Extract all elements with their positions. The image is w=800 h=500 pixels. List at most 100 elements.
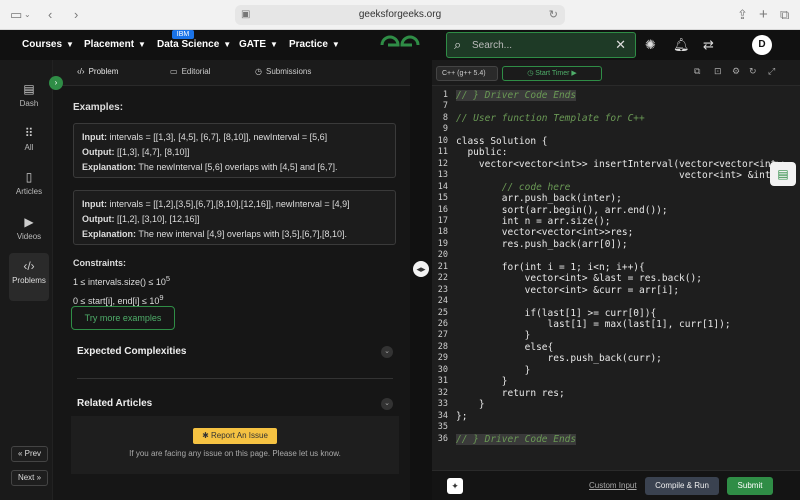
- language-value: C++ (g++ 5.4): [442, 70, 486, 77]
- nav-courses[interactable]: Courses ▼: [22, 30, 74, 60]
- code-text: vector<int> &last = res.back();: [456, 273, 702, 285]
- close-icon[interactable]: ✕: [615, 37, 626, 53]
- fullscreen-icon[interactable]: ⤢: [768, 66, 775, 77]
- bug-icon: ✱: [202, 431, 211, 440]
- gfg-logo[interactable]: [378, 33, 422, 57]
- code-line[interactable]: 34};: [432, 411, 800, 422]
- code-text: class Solution {: [456, 135, 548, 147]
- sidebar-item-all[interactable]: ⠿ All: [9, 126, 49, 168]
- code-line[interactable]: 11 public:: [432, 147, 800, 158]
- new-tab-icon[interactable]: +: [759, 5, 768, 25]
- code-line[interactable]: 28 else{: [432, 342, 800, 353]
- sidebar-item-problems[interactable]: ‹/› Problems: [9, 253, 49, 301]
- expand-arrow-icon[interactable]: ›: [49, 76, 63, 90]
- sidebar-item-videos[interactable]: ▶ Videos: [9, 215, 49, 257]
- chevron-down-icon[interactable]: ⌄: [24, 5, 31, 25]
- theme-toggle-icon[interactable]: ✺: [645, 35, 656, 55]
- nav-practice[interactable]: Practice ▼: [289, 30, 340, 60]
- sidebar-item-label: Videos: [16, 232, 42, 241]
- code-line[interactable]: 31 }: [432, 376, 800, 387]
- tabs-overview-icon[interactable]: ⧉: [780, 5, 789, 25]
- chat-icon[interactable]: ▤: [770, 162, 796, 186]
- tab-submissions[interactable]: ◷ Submissions: [255, 67, 311, 76]
- tab-editorial[interactable]: ▭ Editorial: [170, 67, 210, 76]
- submit-button[interactable]: Submit: [727, 477, 773, 495]
- reset-icon[interactable]: ↻: [749, 66, 757, 77]
- sidebar-item-dash[interactable]: ▤ Dash: [9, 82, 49, 124]
- problem-panel: ‹/› Problem ▭ Editorial ◷ Submissions Examp…: [53, 60, 410, 500]
- sidebar-item-articles[interactable]: ▯ Articles: [9, 170, 49, 212]
- chevron-down-icon: ▼: [138, 40, 146, 49]
- code-line[interactable]: 21 for(int i = 1; i<n; i++){: [432, 262, 800, 273]
- code-line[interactable]: 15 arr.push_back(inter);: [432, 193, 800, 204]
- avatar[interactable]: D: [752, 35, 772, 55]
- report-issue-button[interactable]: ✱ Report An Issue: [193, 428, 277, 444]
- nav-courses-label: Courses: [22, 39, 63, 50]
- code-line[interactable]: 27 }: [432, 330, 800, 341]
- code-line[interactable]: 35: [432, 422, 800, 433]
- code-line[interactable]: 24: [432, 296, 800, 307]
- code-line[interactable]: 33 }: [432, 399, 800, 410]
- code-line[interactable]: 13 vector<int> &inter): [432, 170, 800, 181]
- code-text: vector<int> &inter): [456, 170, 788, 182]
- lightbulb-icon[interactable]: ✦: [447, 478, 463, 494]
- resize-handle-icon[interactable]: ◂▸: [413, 261, 429, 277]
- language-select[interactable]: C++ (g++ 5.4): [436, 66, 498, 81]
- editor-footer: ✦ Custom Input Compile & Run Submit: [432, 470, 800, 500]
- code-line[interactable]: 29 res.push_back(curr);: [432, 353, 800, 364]
- code-line[interactable]: 1 // } Driver Code Ends: [432, 90, 800, 102]
- tab-problem[interactable]: ‹/› Problem: [77, 67, 118, 76]
- code-line[interactable]: 25 if(last[1] >= curr[0]){: [432, 308, 800, 319]
- code-line[interactable]: 9: [432, 124, 800, 135]
- code-line[interactable]: 20: [432, 250, 800, 261]
- chevron-down-icon: ▼: [270, 40, 278, 49]
- gear-icon[interactable]: ⚙: [732, 66, 740, 77]
- custom-input-link[interactable]: Custom Input: [589, 481, 637, 490]
- url-bar[interactable]: ▣ geeksforgeeks.org ↻: [235, 5, 565, 25]
- code-line[interactable]: 14 // code here: [432, 182, 800, 193]
- document-icon: ▭: [170, 67, 178, 76]
- code-area[interactable]: 1 // } Driver Code Ends 7 8 // User function…: [432, 86, 800, 470]
- try-more-examples-button[interactable]: Try more examples: [71, 306, 175, 330]
- prev-button[interactable]: « Prev: [11, 446, 48, 462]
- reload-icon[interactable]: ↻: [549, 5, 558, 25]
- search-input[interactable]: ⌕ Search... ✕: [446, 32, 636, 58]
- next-button[interactable]: Next »: [11, 470, 48, 486]
- code-line[interactable]: 17 int n = arr.size();: [432, 216, 800, 227]
- format-icon[interactable]: ⊡: [714, 66, 722, 77]
- back-icon[interactable]: ‹: [48, 5, 52, 25]
- grid-icon: ⠿: [24, 126, 34, 140]
- dashboard-icon: ▤: [23, 82, 35, 96]
- code-text: }: [456, 364, 531, 376]
- line-number: 27: [437, 330, 448, 341]
- code-line[interactable]: 18 vector<vector<int>>res;: [432, 227, 800, 238]
- start-timer-button[interactable]: ◷ Start Timer ▶: [502, 66, 602, 81]
- nav-gate[interactable]: GATE ▼: [239, 30, 278, 60]
- panel-splitter[interactable]: [410, 60, 432, 500]
- sidebar-toggle-icon[interactable]: ▭: [10, 5, 22, 25]
- code-line[interactable]: 26 last[1] = max(last[1], curr[1]);: [432, 319, 800, 330]
- code-line[interactable]: 16 sort(arr.begin(), arr.end());: [432, 205, 800, 216]
- input-value: intervals = [[1,2],[3,5],[6,7],[8,10],[1…: [109, 199, 350, 209]
- nav-placement[interactable]: Placement ▼: [84, 30, 146, 60]
- expected-complexities-accordion[interactable]: Expected Complexities ⌄: [77, 346, 393, 366]
- code-line[interactable]: 8 // User function Template for C++: [432, 113, 800, 124]
- compile-run-button[interactable]: Compile & Run: [645, 477, 719, 495]
- code-line[interactable]: 36 // } Driver Code Ends: [432, 433, 800, 445]
- code-line[interactable]: 30 }: [432, 365, 800, 376]
- code-line[interactable]: 12 vector<vector<int>> insertInterval(ve…: [432, 159, 800, 170]
- code-line[interactable]: 19 res.push_back(arr[0]);: [432, 239, 800, 250]
- code-line[interactable]: 7: [432, 101, 800, 112]
- nav-data-science[interactable]: Data Science ▼: [157, 30, 231, 60]
- code-line[interactable]: 23 vector<int> &curr = arr[i];: [432, 285, 800, 296]
- related-articles-accordion[interactable]: Related Articles ⌄: [77, 398, 393, 418]
- code-line[interactable]: 32 return res;: [432, 388, 800, 399]
- code-line[interactable]: 22 vector<int> &last = res.back();: [432, 273, 800, 284]
- copy-icon[interactable]: ⧉: [694, 66, 700, 77]
- translate-icon[interactable]: ⇄: [703, 35, 714, 55]
- report-label: Report An Issue: [211, 431, 268, 440]
- code-line[interactable]: 10 class Solution {: [432, 136, 800, 147]
- share-icon[interactable]: ⇪: [737, 5, 748, 25]
- forward-icon[interactable]: ›: [74, 5, 78, 25]
- bell-icon[interactable]: 🔔︎: [673, 35, 690, 55]
